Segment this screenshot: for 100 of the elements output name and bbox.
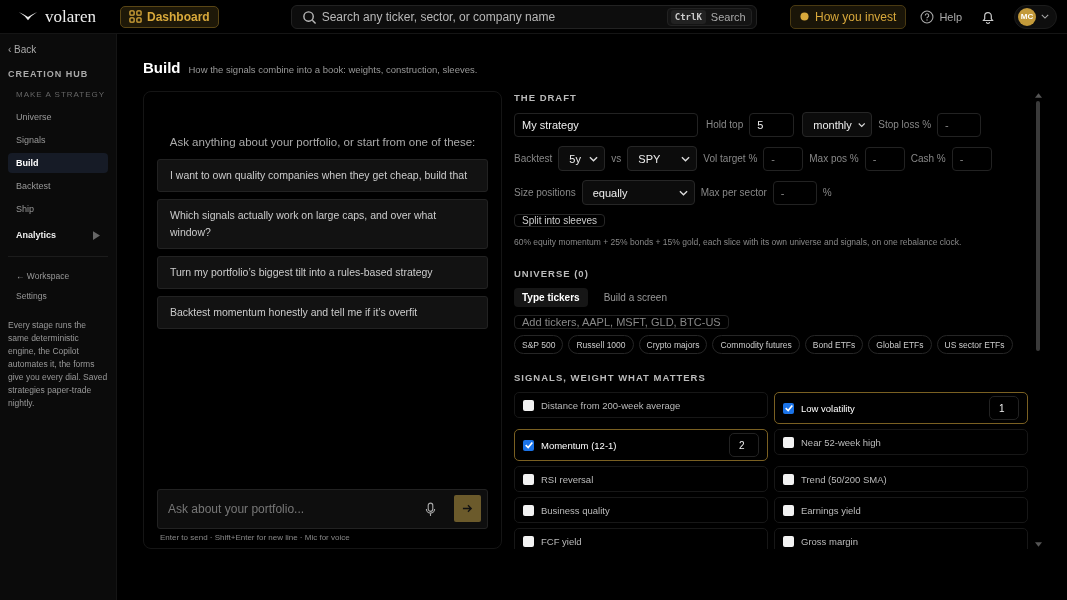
max-position-field[interactable]: - <box>864 146 905 171</box>
preset-chip[interactable]: US sector ETFs <box>936 335 1013 354</box>
nav-item[interactable]: Analytics <box>16 230 57 240</box>
section-heading: SIGNALS, WEIGHT WHAT MATTERS <box>514 372 706 383</box>
field-label: Backtest <box>514 153 553 164</box>
chevron-down-icon <box>681 155 691 162</box>
strategy-name-field[interactable]: My strategy <box>514 112 698 137</box>
checkbox[interactable] <box>783 473 794 485</box>
vol-target-field[interactable]: - <box>763 146 804 171</box>
signal-option[interactable]: Business quality <box>514 497 768 523</box>
back-link[interactable]: ‹ Back <box>8 44 108 55</box>
preset-chip[interactable]: S&P 500 <box>514 335 564 354</box>
cash-field[interactable]: - <box>951 146 992 171</box>
checkbox[interactable] <box>523 535 534 547</box>
field-label: Cash % <box>910 153 946 164</box>
nav-link[interactable]: Settings <box>8 287 108 305</box>
field-label: Size positions <box>514 187 576 198</box>
signal-label: Trend (50/200 SMA) <box>801 473 888 485</box>
nav-item[interactable]: Ship <box>8 199 108 219</box>
signal-option[interactable]: RSI reversal <box>514 466 768 492</box>
chevron-down-icon <box>589 155 599 162</box>
nav-item[interactable]: Universe <box>8 107 108 127</box>
signal-option[interactable]: Earnings yield <box>774 497 1028 523</box>
arrow-right-icon <box>462 503 473 514</box>
max-per-sector-field[interactable]: - <box>772 180 817 205</box>
checkbox[interactable] <box>523 399 534 411</box>
sizing-select[interactable]: equally <box>581 180 695 205</box>
checkbox[interactable] <box>783 535 794 547</box>
checkbox[interactable] <box>523 504 534 516</box>
checkbox[interactable] <box>783 436 794 448</box>
how-you-invest-button[interactable]: How you invest <box>790 4 907 29</box>
split-sleeves-button[interactable]: Split into sleeves <box>514 214 606 227</box>
preset-chip[interactable]: Russell 1000 <box>568 335 634 354</box>
suggestion-button[interactable]: Turn my portfolio’s biggest tilt into a rules-based strategy <box>157 256 488 289</box>
section-heading: UNIVERSE (0) <box>514 268 589 279</box>
suggestion-button[interactable]: Backtest momentum honestly and tell me if it’s overfit <box>157 296 488 329</box>
chevron-down-icon <box>678 189 688 196</box>
dot-icon <box>800 12 809 21</box>
preset-chip[interactable]: Commodity futures <box>712 335 800 354</box>
nav-item[interactable]: Build <box>8 153 108 173</box>
section-heading: THE DRAFT <box>514 92 577 103</box>
preset-chip[interactable]: Crypto majors <box>638 335 708 354</box>
signal-label: Gross margin <box>801 535 859 547</box>
chat-input[interactable]: Ask about your portfolio... <box>157 489 488 529</box>
section-heading: CREATION HUB <box>8 69 90 79</box>
page-title: Build <box>143 59 181 76</box>
tab[interactable]: Type tickers <box>514 288 588 307</box>
signal-option[interactable]: Near 52-week high <box>774 429 1028 455</box>
scrollbar-thumb[interactable] <box>1036 101 1040 351</box>
signal-label: Momentum (12-1) <box>541 439 618 451</box>
microphone-icon[interactable] <box>425 502 436 517</box>
signal-label: Earnings yield <box>801 504 862 516</box>
send-button[interactable] <box>454 495 481 522</box>
tickers-field[interactable]: Add tickers, AAPL, MSFT, GLD, BTC-US <box>514 315 729 329</box>
checkbox[interactable] <box>523 473 534 485</box>
checkbox[interactable] <box>783 402 794 414</box>
search-icon <box>301 9 317 25</box>
benchmark-select[interactable]: SPY <box>627 146 698 171</box>
chevron-down-icon <box>1041 14 1049 19</box>
checkbox[interactable] <box>523 439 534 451</box>
field-label: vs <box>611 153 622 164</box>
signal-option[interactable]: Trend (50/200 SMA) <box>774 466 1028 492</box>
preset-chip[interactable]: Global ETFs <box>868 335 932 354</box>
signal-option[interactable]: Distance from 200-week average <box>514 392 768 418</box>
brand-name: volaren <box>45 6 96 27</box>
nav-link[interactable]: ← Workspace <box>8 267 108 285</box>
sleeves-note: 60% equity momentum + 25% bonds + 15% gold, each slice with its own universe and signals, on one rebalance clock. <box>514 237 962 247</box>
checkbox[interactable] <box>783 504 794 516</box>
bird-logo-icon <box>18 10 38 23</box>
field-label: Max pos % <box>809 153 859 164</box>
chevron-down-icon <box>857 121 866 128</box>
help-button[interactable]: Help <box>920 9 962 24</box>
field-label: Hold top <box>706 119 744 130</box>
field-label: Vol target % <box>703 153 758 164</box>
preset-chip[interactable]: Bond ETFs <box>804 335 864 354</box>
stop-loss-field[interactable]: - <box>937 112 982 137</box>
scroll-up-icon[interactable] <box>1034 93 1042 98</box>
signal-option[interactable]: Momentum (12-1) 2 <box>514 429 768 461</box>
signal-option[interactable]: Low volatility 1 <box>774 392 1028 424</box>
chat-hint: Enter to send · Shift+Enter for new line · Mic for voice <box>160 533 351 542</box>
nav-item[interactable]: Signals <box>8 130 108 150</box>
backtest-select[interactable]: 5y <box>558 146 606 171</box>
suggestion-button[interactable]: I want to own quality companies when they get cheap, build that <box>157 159 488 192</box>
expand-arrow-icon[interactable] <box>93 230 100 240</box>
signal-option[interactable]: FCF yield <box>514 528 768 549</box>
rebalance-select[interactable]: monthly <box>802 112 873 137</box>
weight-field[interactable]: 1 <box>989 396 1019 420</box>
nav-item[interactable]: Backtest <box>8 176 108 196</box>
suggestion-button[interactable]: Which signals actually work on large caps, and over what window? <box>157 199 488 249</box>
signal-option[interactable]: Gross margin <box>774 528 1028 549</box>
subsection-heading: MAKE A STRATEGY <box>15 90 107 99</box>
tab[interactable]: Build a screen <box>595 288 675 307</box>
page-subtitle: How the signals combine into a book: weights, construction, sleeves. <box>188 64 478 75</box>
signal-label: Near 52-week high <box>801 436 882 448</box>
scroll-down-icon[interactable] <box>1034 542 1042 547</box>
hold-top-field[interactable]: 5 <box>749 112 795 137</box>
weight-field[interactable]: 2 <box>729 433 759 457</box>
help-icon <box>920 9 935 24</box>
signal-label: RSI reversal <box>541 473 595 485</box>
dashboard-button[interactable]: Dashboard <box>120 5 219 28</box>
